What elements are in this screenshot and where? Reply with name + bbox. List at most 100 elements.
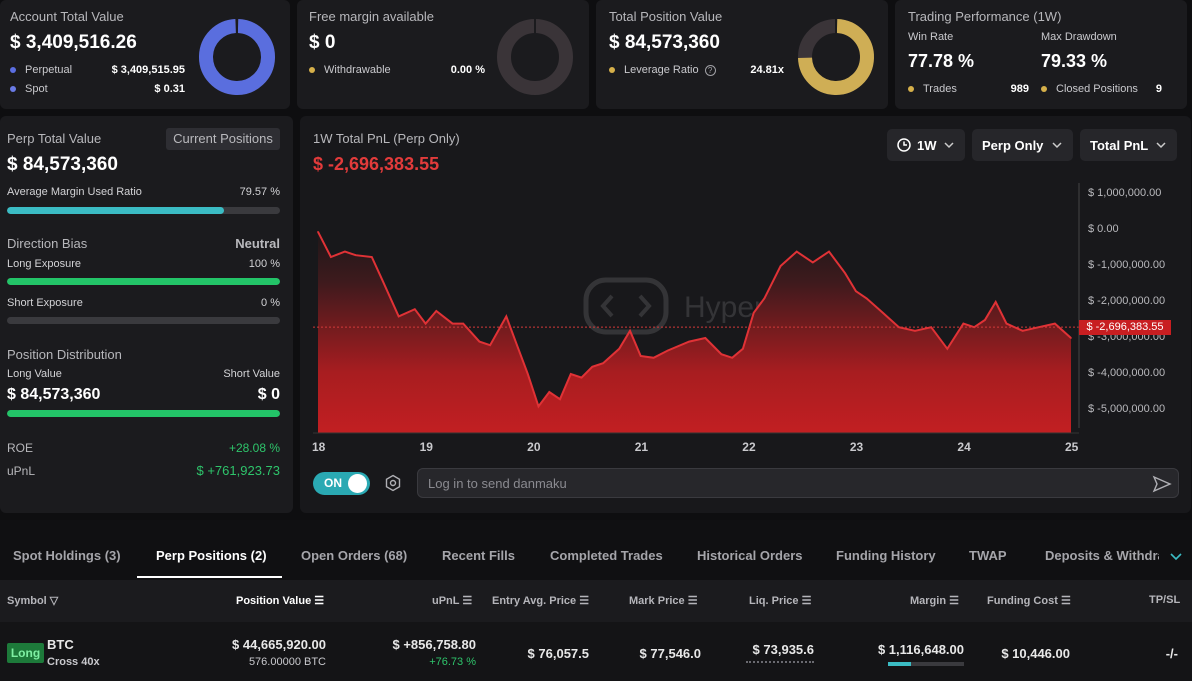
pnl-point <box>812 261 814 264</box>
tab-3[interactable]: Recent Fills <box>442 548 515 563</box>
x-tick-label: 19 <box>419 440 433 454</box>
tab-0[interactable]: Spot Holdings (3) <box>13 548 121 563</box>
pnl-point <box>451 322 454 325</box>
sort-icon[interactable]: ☰ <box>579 595 589 607</box>
table-row[interactable]: Long BTC Cross 40x $ 44,665,920.00 576.0… <box>0 622 1192 681</box>
account-total-card: Account Total Value $ 3,409,516.26 Perpe… <box>0 0 290 109</box>
trades-value: 989 <box>1010 83 1029 95</box>
chevron-down-icon <box>1052 142 1062 149</box>
pnl-point <box>688 340 690 343</box>
position-size: 576.00000 BTC <box>248 656 326 668</box>
free-margin-value: $ 0 <box>309 32 336 53</box>
symbol-name[interactable]: BTC <box>47 637 74 652</box>
tab-7[interactable]: TWAP <box>969 548 1007 563</box>
pnl-point <box>618 348 620 350</box>
perpetual-dot-icon <box>10 67 16 73</box>
pnl-point <box>526 373 529 375</box>
pnl-point <box>330 256 332 258</box>
tab-4[interactable]: Completed Trades <box>550 548 663 563</box>
sort-icon[interactable]: ☰ <box>1061 595 1071 607</box>
clock-icon <box>897 138 911 152</box>
margin-ratio-label: Average Margin Used Ratio <box>7 186 142 198</box>
pnl-point <box>639 355 642 357</box>
win-rate-label: Win Rate <box>908 31 954 43</box>
pnl-point <box>795 250 798 253</box>
x-tick-label: 21 <box>634 440 649 454</box>
pnl-point <box>370 256 373 258</box>
total-position-value: $ 84,573,360 <box>609 32 720 53</box>
pnl-point <box>489 344 491 347</box>
trades-label: Trades <box>923 83 957 95</box>
perp-total-value: $ 84,573,360 <box>7 154 118 175</box>
metric-dropdown[interactable]: Total PnL <box>1080 129 1177 161</box>
y-tick-label: $ 1,000,000.00 <box>1088 187 1162 199</box>
scope-dropdown[interactable]: Perp Only <box>972 129 1073 161</box>
pnl-point <box>914 330 916 332</box>
tab-2[interactable]: Open Orders (68) <box>301 548 407 563</box>
trades-dot-icon <box>908 86 914 92</box>
pnl-point <box>652 357 655 359</box>
direction-bias-value: Neutral <box>235 236 280 251</box>
tpsl-cell[interactable]: -/- <box>1140 646 1178 661</box>
x-tick-label: 18 <box>312 440 326 454</box>
pnl-point <box>763 297 766 300</box>
col-mark-price[interactable]: Mark Price ☰ <box>629 594 698 607</box>
tab-8[interactable]: Deposits & Withdra <box>1045 548 1159 563</box>
col-symbol[interactable]: Symbol ▽ <box>7 594 58 607</box>
long-exposure-bar <box>7 278 280 285</box>
pnl-point <box>994 301 997 303</box>
current-positions-button[interactable]: Current Positions <box>166 128 280 150</box>
liq-price: $ 73,935.6 <box>752 642 814 657</box>
filter-icon[interactable]: ▽ <box>50 595 58 607</box>
pnl-point <box>516 344 518 347</box>
mark-price: $ 77,546.0 <box>639 646 701 661</box>
col-liq-price[interactable]: Liq. Price ☰ <box>749 594 811 607</box>
roe-value: +28.08 % <box>228 441 280 455</box>
col-upnl[interactable]: uPnL ☰ <box>432 594 472 607</box>
sort-icon[interactable]: ☰ <box>462 595 472 607</box>
pnl-point <box>462 322 465 325</box>
col-entry-price[interactable]: Entry Avg. Price ☰ <box>492 594 589 607</box>
col-tpsl[interactable]: TP/SL <box>1149 594 1180 606</box>
spot-value: $ 0.31 <box>154 83 185 95</box>
tabs-expand-icon[interactable] <box>1168 548 1184 564</box>
win-rate-value: 77.78 % <box>908 51 975 71</box>
account-total-value: $ 3,409,516.26 <box>10 32 137 53</box>
closed-positions-label: Closed Positions <box>1056 83 1138 95</box>
short-value-label: Short Value <box>223 368 280 380</box>
pnl-point <box>344 250 346 253</box>
pnl-chart: Hyperbot <box>313 183 1080 434</box>
sort-icon[interactable]: ☰ <box>314 595 324 607</box>
chevron-down-icon <box>944 142 954 149</box>
pnl-point <box>731 357 733 359</box>
long-amount: $ 84,573,360 <box>7 386 101 403</box>
period-dropdown[interactable]: 1W <box>887 129 965 161</box>
pnl-point <box>720 353 723 356</box>
tab-1[interactable]: Perp Positions (2) <box>156 548 267 563</box>
withdrawable-dot-icon <box>309 67 315 73</box>
pnl-point <box>478 340 481 343</box>
col-margin[interactable]: Margin ☰ <box>910 594 959 607</box>
sort-icon[interactable]: ☰ <box>688 595 698 607</box>
short-exposure-label: Short Exposure <box>7 297 83 309</box>
sort-icon[interactable]: ☰ <box>949 595 959 607</box>
danmaku-toggle[interactable]: ON <box>313 472 370 495</box>
metric-label: Total PnL <box>1090 137 1149 153</box>
sort-icon[interactable]: ☰ <box>802 595 812 607</box>
tab-6[interactable]: Funding History <box>836 548 936 563</box>
send-icon[interactable] <box>1152 474 1172 494</box>
pnl-point <box>1021 330 1024 332</box>
y-tick-label: $ -4,000,000.00 <box>1088 367 1166 379</box>
help-icon[interactable]: ? <box>704 64 716 76</box>
tab-5[interactable]: Historical Orders <box>697 548 803 563</box>
pnl-point <box>559 398 561 401</box>
col-funding-cost[interactable]: Funding Cost ☰ <box>987 594 1071 607</box>
danmaku-input[interactable]: Log in to send danmaku <box>417 468 1179 498</box>
pnl-point <box>742 348 744 350</box>
hexagon-gear-icon[interactable] <box>384 474 402 492</box>
leverage-label: Leverage Ratio <box>624 64 699 76</box>
liq-underline <box>746 661 814 663</box>
period-label: 1W <box>917 137 937 153</box>
spot-row: Spot <box>10 83 48 95</box>
col-position-value[interactable]: Position Value ☰ <box>236 594 324 607</box>
